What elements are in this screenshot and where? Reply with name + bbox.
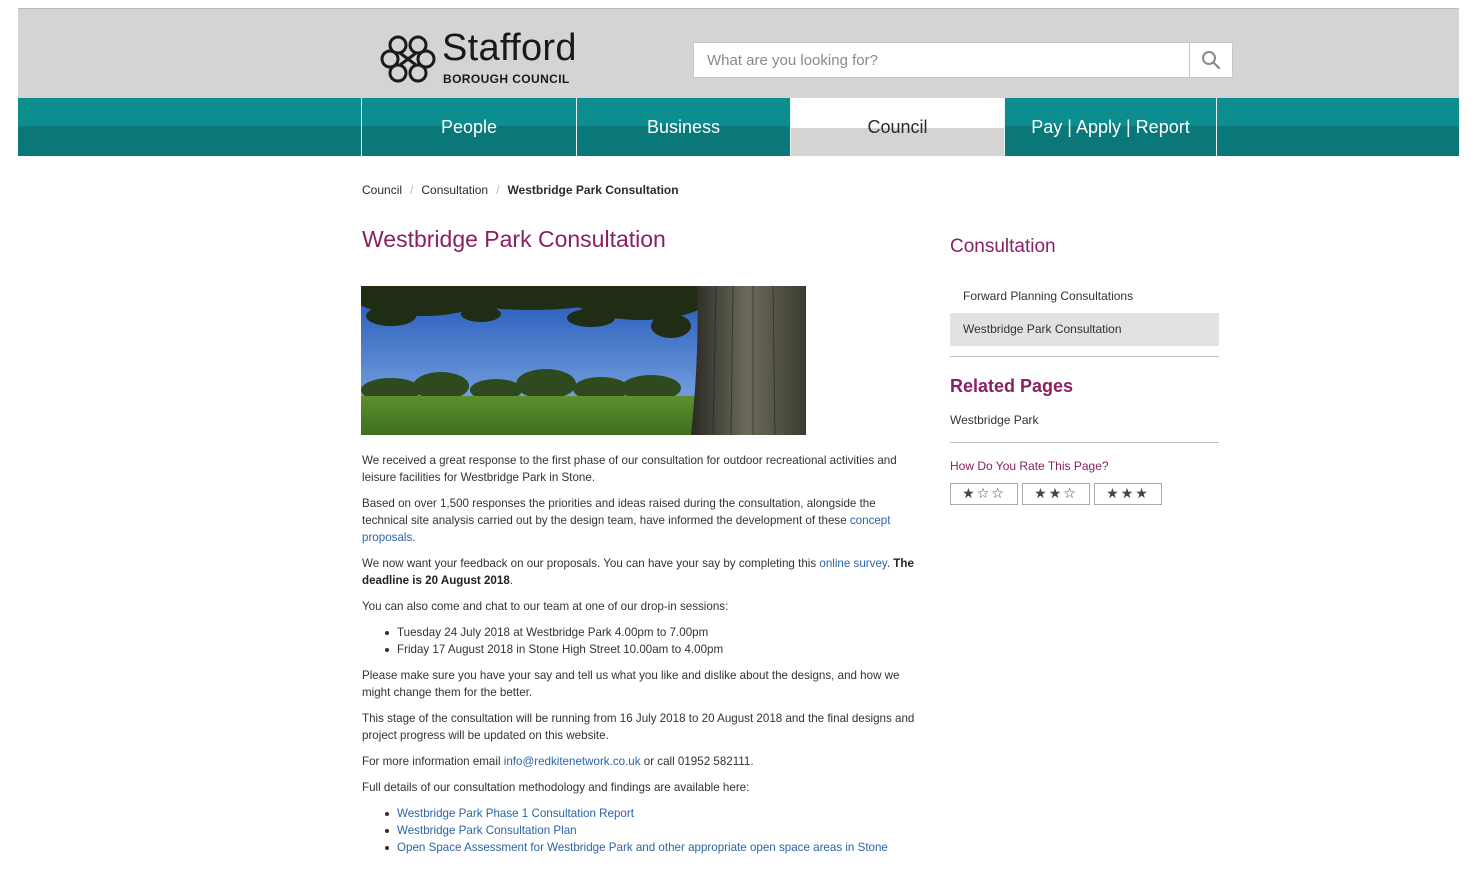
paragraph: Based on over 1,500 responses the priori… [362, 495, 922, 546]
search-icon [1202, 51, 1221, 70]
search-button[interactable] [1189, 43, 1232, 77]
nav-label: Business [646, 116, 721, 137]
breadcrumb-council[interactable]: Council [362, 183, 402, 197]
list-item: Friday 17 August 2018 in Stone High Stre… [384, 641, 922, 658]
breadcrumb-separator: / [410, 183, 414, 197]
paragraph-text: We now want your feedback on our proposa… [362, 557, 820, 570]
document-link[interactable]: Westbridge Park Phase 1 Consultation Rep… [397, 807, 634, 820]
paragraph-text: Based on over 1,500 responses the priori… [362, 497, 876, 527]
paragraph: We received a great response to the firs… [362, 454, 897, 484]
sessions-list: Tuesday 24 July 2018 at Westbridge Park … [384, 624, 922, 658]
nav-item-business[interactable]: Business [576, 98, 790, 156]
article-body: We received a great response to the firs… [362, 452, 922, 865]
rate-two-star-button[interactable]: ★★☆ [1022, 483, 1090, 505]
documents-list: Westbridge Park Phase 1 Consultation Rep… [384, 805, 922, 856]
email-link[interactable]: info@redkitenetwork.co.uk [504, 755, 641, 768]
site-header: Stafford BOROUGH COUNCIL [18, 8, 1459, 98]
list-item: Westbridge Park Phase 1 Consultation Rep… [384, 805, 922, 822]
breadcrumb-separator: / [496, 183, 500, 197]
sidebar: Consultation Forward Planning Consultati… [950, 236, 1219, 505]
sidebar-item-forward-planning[interactable]: Forward Planning Consultations [950, 280, 1219, 313]
park-hero-image [361, 286, 806, 435]
nav-item-pay-apply-report[interactable]: Pay | Apply | Report [1004, 98, 1217, 156]
paragraph: This stage of the consultation will be r… [362, 712, 915, 742]
paragraph-text: or call 01952 582111. [640, 755, 754, 768]
breadcrumb-consultation[interactable]: Consultation [421, 183, 488, 197]
paragraph: Please make sure you have your say and t… [362, 669, 900, 699]
park-photo [361, 286, 806, 435]
paragraph-text: . [412, 531, 416, 544]
document-link[interactable]: Open Space Assessment for Westbridge Par… [397, 841, 888, 854]
search-box [693, 42, 1233, 78]
page-title: Westbridge Park Consultation [362, 226, 666, 252]
search-input[interactable] [694, 43, 1190, 77]
sidebar-links: Forward Planning Consultations Westbridg… [950, 280, 1219, 346]
paragraph: For more information email info@redkiten… [362, 753, 922, 770]
paragraph-text: For more information email [362, 755, 504, 768]
document-link[interactable]: Westbridge Park Consultation Plan [397, 824, 577, 837]
list-item: Tuesday 24 July 2018 at Westbridge Park … [384, 624, 922, 641]
nav-item-council[interactable]: Council [790, 98, 1004, 156]
online-survey-link[interactable]: online survey [819, 557, 886, 570]
list-item: Open Space Assessment for Westbridge Par… [384, 839, 922, 856]
sidebar-heading: Consultation [950, 236, 1056, 257]
main-navigation: People Business Council Pay | Apply | Re… [18, 98, 1459, 156]
rate-page-heading[interactable]: How Do You Rate This Page? [950, 459, 1219, 473]
breadcrumb-current: Westbridge Park Consultation [507, 183, 679, 197]
paragraph: Full details of our consultation methodo… [362, 781, 750, 794]
related-link-westbridge-park[interactable]: Westbridge Park [950, 413, 1219, 427]
site-logo[interactable]: Stafford BOROUGH COUNCIL [378, 27, 598, 91]
nav-label: People [440, 116, 498, 137]
rating-buttons: ★☆☆ ★★☆ ★★★ [950, 483, 1219, 505]
council-knot-logo-icon [380, 35, 436, 83]
breadcrumb: Council / Consultation / Westbridge Park… [362, 183, 679, 197]
rate-one-star-button[interactable]: ★☆☆ [950, 483, 1018, 505]
paragraph-text: . [509, 574, 514, 587]
sidebar-item-westbridge-park-consultation[interactable]: Westbridge Park Consultation [950, 313, 1219, 346]
rate-three-star-button[interactable]: ★★★ [1094, 483, 1162, 505]
paragraph: You can also come and chat to our team a… [362, 600, 729, 613]
paragraph: We now want your feedback on our proposa… [362, 555, 922, 589]
nav-item-people[interactable]: People [361, 98, 576, 156]
nav-label: Pay | Apply | Report [1031, 116, 1190, 137]
logo-subtitle: BOROUGH COUNCIL [443, 72, 570, 86]
divider [950, 442, 1219, 443]
divider [950, 356, 1219, 357]
nav-label: Council [867, 116, 928, 137]
related-pages-heading: Related Pages [950, 376, 1074, 396]
list-item: Westbridge Park Consultation Plan [384, 822, 922, 839]
logo-name: Stafford [442, 27, 577, 69]
